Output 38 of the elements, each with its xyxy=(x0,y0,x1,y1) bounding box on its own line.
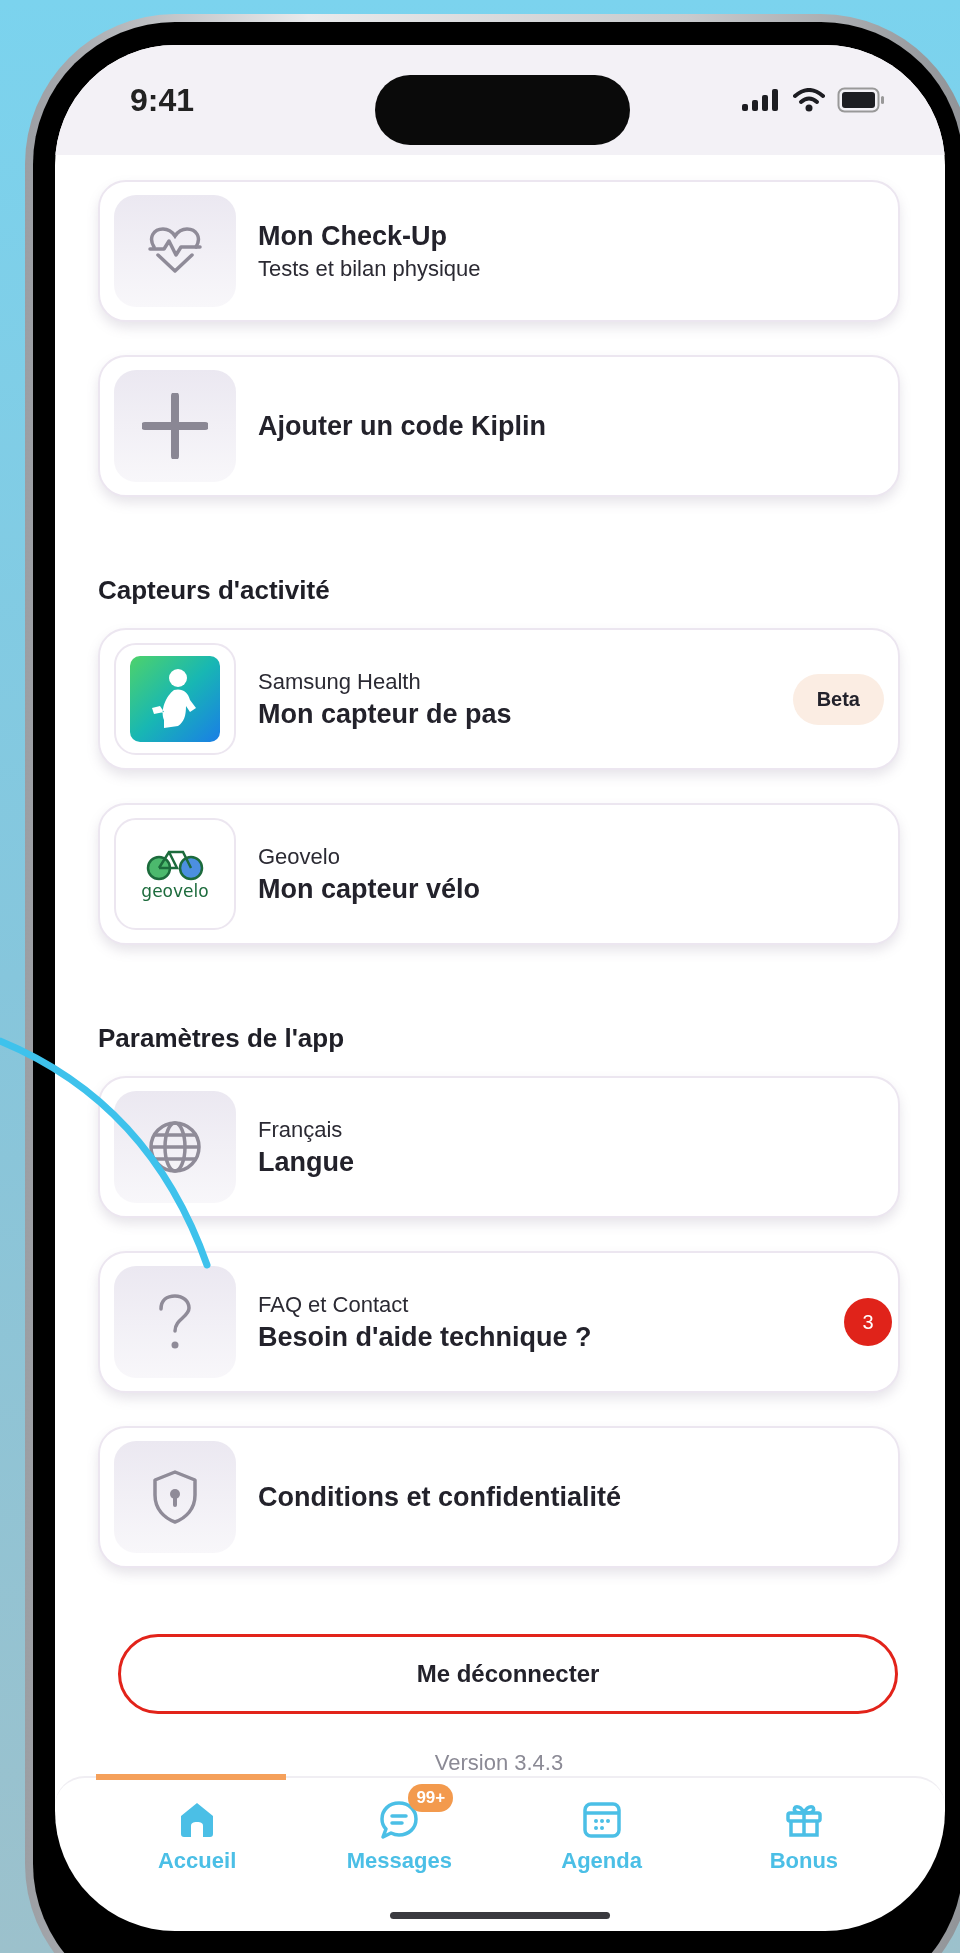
settings-card[interactable]: geovelo Geovelo Mon capteur vélo xyxy=(98,803,900,945)
card-title: Conditions et confidentialité xyxy=(258,1481,621,1513)
message-count-badge: 99+ xyxy=(408,1784,454,1812)
card-title: Besoin d'aide technique ? xyxy=(258,1321,592,1353)
card-overline: Samsung Health xyxy=(258,668,422,695)
settings-card[interactable]: Ajouter un code Kiplin xyxy=(98,355,900,497)
card-title: Langue xyxy=(258,1146,354,1178)
section-heading: Paramètres de l'app xyxy=(98,1023,346,1054)
bicycle-logo: geovelo xyxy=(141,847,209,901)
status-time: 9:41 xyxy=(130,81,195,119)
card-overline: Français xyxy=(258,1116,344,1143)
card-title: Ajouter un code Kiplin xyxy=(258,410,546,442)
calendar-icon xyxy=(581,1800,622,1840)
plus-icon xyxy=(142,393,208,459)
card-overline: Geovelo xyxy=(258,843,341,870)
card-subtitle: Tests et bilan physique xyxy=(258,255,481,282)
settings-card[interactable]: Mon Check-Up Tests et bilan physique xyxy=(98,180,900,322)
globe-icon xyxy=(148,1120,202,1174)
card-title: Mon capteur de pas xyxy=(258,698,512,730)
version-text: Version 3.4.3 xyxy=(433,1750,565,1776)
shield-icon xyxy=(151,1469,199,1525)
wifi-icon xyxy=(793,88,825,112)
card-title: Mon Check-Up xyxy=(258,220,448,252)
signal-icon xyxy=(741,88,781,112)
settings-card[interactable]: Français Langue xyxy=(98,1076,900,1218)
settings-card[interactable]: Samsung Health Mon capteur de pas Beta xyxy=(98,628,900,770)
question-icon xyxy=(157,1293,193,1351)
battery-icon xyxy=(837,87,885,113)
heart-pulse-icon xyxy=(146,227,204,275)
runner-app-icon xyxy=(130,656,220,742)
card-overline: FAQ et Contact xyxy=(258,1291,410,1318)
section-heading: Capteurs d'activité xyxy=(98,575,331,606)
settings-card[interactable]: FAQ et Contact Besoin d'aide technique ? 3 xyxy=(98,1251,900,1393)
settings-card[interactable]: Conditions et confidentialité xyxy=(98,1426,900,1568)
notification-badge: 3 xyxy=(844,1298,892,1346)
logout-button[interactable]: Me déconnecter xyxy=(118,1634,898,1714)
beta-tag: Beta xyxy=(792,673,884,725)
card-title: Mon capteur vélo xyxy=(258,873,481,905)
